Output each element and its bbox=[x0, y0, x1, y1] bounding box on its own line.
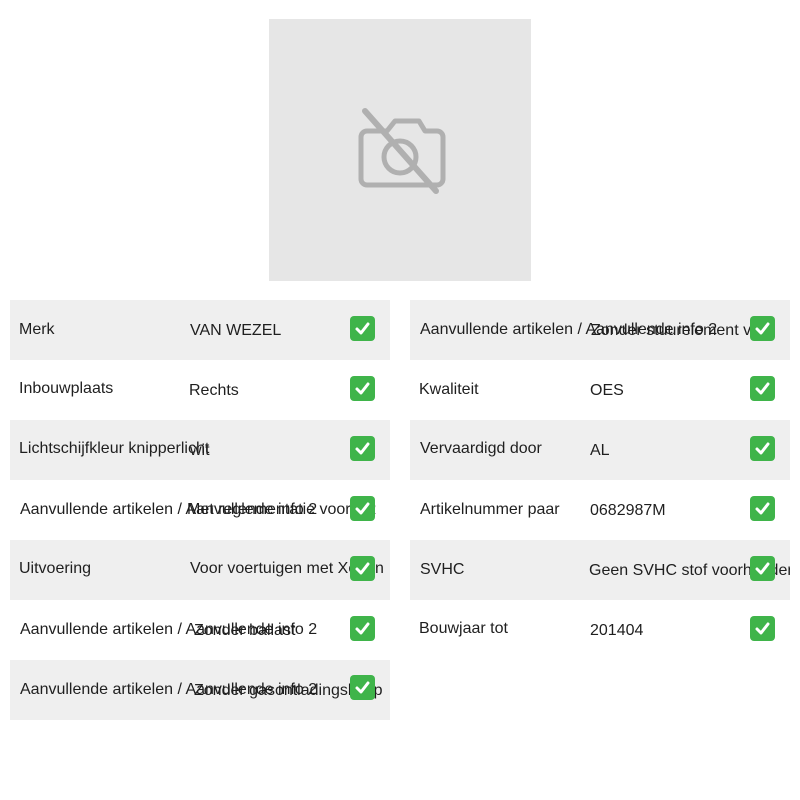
product-image-placeholder bbox=[269, 19, 531, 281]
spec-value: 0682987M bbox=[590, 502, 666, 519]
check-icon bbox=[750, 376, 775, 401]
spec-value: wit bbox=[190, 442, 210, 459]
spec-row: Bouwjaar tot 201404 bbox=[410, 600, 790, 660]
check-icon bbox=[350, 316, 375, 341]
spec-row: SVHC Geen SVHC stof voorhanden bbox=[410, 540, 790, 600]
check-icon bbox=[350, 376, 375, 401]
spec-label: Merk bbox=[19, 321, 55, 338]
spec-row: Merk VAN WEZEL bbox=[10, 300, 390, 360]
check-icon bbox=[350, 436, 375, 461]
check-icon bbox=[750, 316, 775, 341]
spec-row: Aanvullende artikelen / Aanvullende info… bbox=[10, 660, 390, 720]
spec-label: Uitvoering bbox=[19, 560, 92, 577]
spec-value: OES bbox=[590, 382, 624, 399]
check-icon bbox=[750, 496, 775, 521]
spec-value: Zonder ballast bbox=[194, 622, 296, 639]
spec-row: Artikelnummer paar 0682987M bbox=[410, 480, 790, 540]
spec-label: Bouwjaar tot bbox=[419, 620, 508, 637]
spec-row: Inbouwplaats Rechts bbox=[10, 360, 390, 420]
spec-row: Kwaliteit OES bbox=[410, 360, 790, 420]
spec-label: Inbouwplaats bbox=[19, 380, 114, 397]
spec-row: Uitvoering Voor voertuigen met Xenon bbox=[10, 540, 390, 600]
spec-label: Artikelnummer paar bbox=[420, 501, 560, 518]
spec-value: VAN WEZEL bbox=[190, 322, 282, 339]
spec-value: 201404 bbox=[590, 622, 644, 639]
spec-row: Vervaardigd door AL bbox=[410, 420, 790, 480]
camera-off-icon bbox=[345, 95, 455, 205]
spec-label: SVHC bbox=[420, 561, 465, 578]
check-icon bbox=[350, 616, 375, 641]
spec-row: Lichtschijfkleur knipperlicht wit bbox=[10, 420, 390, 480]
spec-value: Zonder stuurelement voor bbox=[591, 322, 775, 339]
check-icon bbox=[350, 556, 375, 581]
spec-row: Aanvullende artikelen / Aanvullende info… bbox=[410, 300, 790, 360]
check-icon bbox=[750, 616, 775, 641]
check-icon bbox=[350, 675, 375, 700]
spec-table-left: Merk VAN WEZEL Inbouwplaats Rechts Licht… bbox=[10, 300, 390, 720]
spec-label: Lichtschijfkleur knipperlicht bbox=[19, 440, 210, 457]
check-icon bbox=[350, 496, 375, 521]
check-icon bbox=[750, 436, 775, 461]
spec-label: Kwaliteit bbox=[419, 381, 479, 398]
check-icon bbox=[750, 556, 775, 581]
spec-row: Aanvullende artikelen / Aanvullende info… bbox=[10, 600, 390, 660]
spec-label: Vervaardigd door bbox=[420, 440, 542, 457]
spec-table-right: Aanvullende artikelen / Aanvullende info… bbox=[410, 300, 790, 660]
spec-row: Aanvullende artikelen / Aanvullende info… bbox=[10, 480, 390, 540]
spec-value: AL bbox=[590, 442, 610, 459]
spec-value: Met reglementatie voor AR bbox=[187, 501, 377, 518]
spec-value: Rechts bbox=[189, 382, 239, 399]
